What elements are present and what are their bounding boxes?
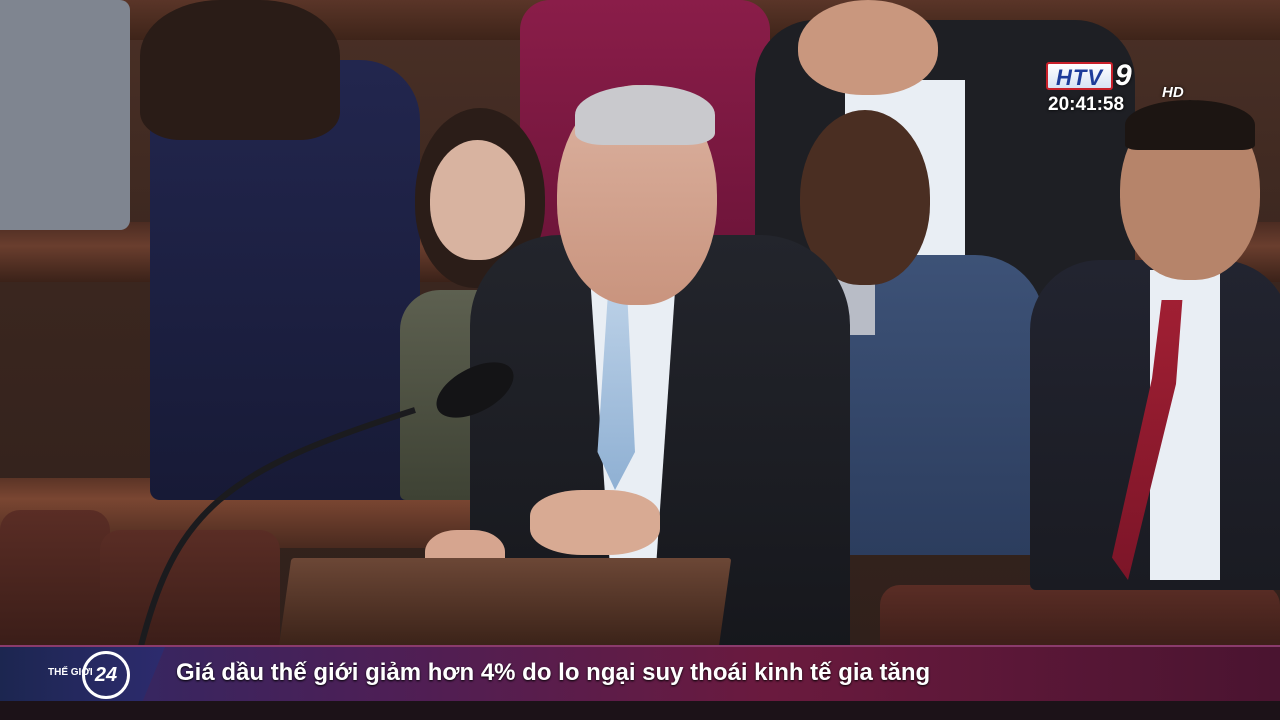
ticker-bottom-bar bbox=[0, 701, 1280, 720]
lectern bbox=[278, 558, 732, 648]
channel-logo-letters: HTV bbox=[1046, 62, 1113, 90]
channel-logo: HTV 9 HD 20:41:58 bbox=[1046, 59, 1206, 120]
chamber-seat bbox=[0, 510, 110, 650]
segment-badge-ring: 24 bbox=[82, 651, 130, 699]
broadcast-clock: 20:41:58 bbox=[1048, 94, 1125, 115]
news-ticker: THẾ GIỚI 24 Giá dầu thế giới giảm hơn 4%… bbox=[0, 645, 1280, 703]
headline-text: Giá dầu thế giới giảm hơn 4% do lo ngại … bbox=[176, 659, 931, 686]
segment-badge: THẾ GIỚI 24 bbox=[0, 647, 165, 703]
hd-label: HD bbox=[1162, 84, 1184, 101]
segment-badge-number: 24 bbox=[94, 663, 118, 686]
channel-logo-number: 9 bbox=[1115, 59, 1132, 92]
